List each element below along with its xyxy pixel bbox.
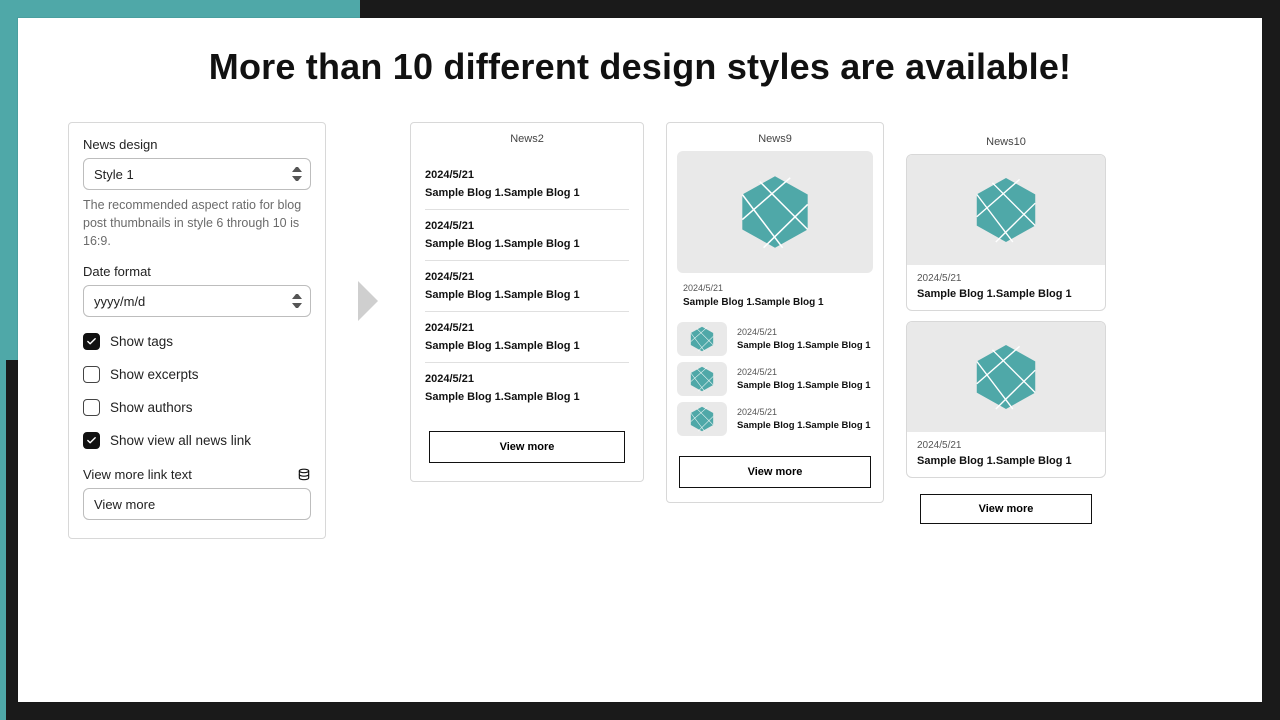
list-item[interactable]: 2024/5/21 Sample Blog 1.Sample Blog 1	[677, 322, 873, 356]
show-authors-checkbox[interactable]: Show authors	[83, 399, 311, 416]
show-tags-checkbox[interactable]: Show tags	[83, 333, 311, 350]
list-item[interactable]: 2024/5/21 Sample Blog 1.Sample Blog 1	[425, 261, 629, 312]
page-title: More than 10 different design styles are…	[68, 46, 1212, 88]
select-updown-icon	[292, 167, 302, 181]
date-format-label: Date format	[83, 264, 311, 279]
preview-news9: News9 2024/5/21 Sample Blog 1.Sample Blo…	[666, 122, 884, 503]
news-design-label: News design	[83, 137, 311, 152]
news-design-select[interactable]: Style 1	[83, 158, 311, 190]
item-title: Sample Blog 1.Sample Blog 1	[917, 455, 1095, 467]
item-date: 2024/5/21	[425, 373, 629, 385]
show-authors-label: Show authors	[110, 400, 193, 415]
checkbox-icon	[83, 366, 100, 383]
item-title: Sample Blog 1.Sample Blog 1	[683, 297, 867, 308]
preview-title: News9	[667, 123, 883, 151]
list-item[interactable]: 2024/5/21 Sample Blog 1.Sample Blog 1	[425, 312, 629, 363]
news-design-value: Style 1	[94, 167, 134, 182]
item-date: 2024/5/21	[425, 271, 629, 283]
preview-title: News10	[906, 122, 1106, 154]
thumbnail	[677, 402, 727, 436]
hexagon-icon	[972, 338, 1040, 416]
preview-news2: News2 2024/5/21 Sample Blog 1.Sample Blo…	[410, 122, 644, 482]
item-title: Sample Blog 1.Sample Blog 1	[737, 380, 871, 391]
feature-meta: 2024/5/21 Sample Blog 1.Sample Blog 1	[677, 281, 873, 316]
item-title: Sample Blog 1.Sample Blog 1	[737, 340, 871, 351]
preview-news10: News10 2024/5/21 Sample Blog 1.Sample Blo…	[906, 122, 1106, 524]
hexagon-icon	[689, 404, 715, 434]
item-date: 2024/5/21	[737, 407, 871, 417]
preview-body: 2024/5/21 Sample Blog 1.Sample Blog 1 20…	[411, 151, 643, 415]
item-date: 2024/5/21	[737, 367, 871, 377]
hexagon-icon	[689, 364, 715, 394]
item-date: 2024/5/21	[683, 283, 867, 293]
list-item[interactable]: 2024/5/21 Sample Blog 1.Sample Blog 1	[425, 363, 629, 413]
date-format-value: yyyy/m/d	[94, 294, 145, 309]
view-more-button[interactable]: View more	[429, 431, 625, 463]
page-backdrop: More than 10 different design styles are…	[0, 0, 1280, 720]
date-format-select[interactable]: yyyy/m/d	[83, 285, 311, 317]
view-more-button[interactable]: View more	[679, 456, 871, 488]
item-date: 2024/5/21	[425, 220, 629, 232]
item-date: 2024/5/21	[425, 169, 629, 181]
show-excerpts-checkbox[interactable]: Show excerpts	[83, 366, 311, 383]
card-item[interactable]: 2024/5/21 Sample Blog 1.Sample Blog 1	[906, 321, 1106, 478]
item-title: Sample Blog 1.Sample Blog 1	[425, 238, 629, 250]
item-title: Sample Blog 1.Sample Blog 1	[425, 391, 629, 403]
checkbox-icon	[83, 399, 100, 416]
decor-teal-strip	[0, 360, 6, 720]
item-date: 2024/5/21	[917, 273, 1095, 284]
hexagon-icon	[689, 324, 715, 354]
layout-row: News design Style 1 The recommended aspe…	[68, 122, 1212, 539]
dynamic-source-icon[interactable]	[297, 468, 311, 482]
thumbnail	[677, 362, 727, 396]
linktext-input[interactable]	[83, 488, 311, 520]
item-title: Sample Blog 1.Sample Blog 1	[425, 340, 629, 352]
show-excerpts-label: Show excerpts	[110, 367, 199, 382]
item-date: 2024/5/21	[425, 322, 629, 334]
list-item[interactable]: 2024/5/21 Sample Blog 1.Sample Blog 1	[425, 210, 629, 261]
item-date: 2024/5/21	[737, 327, 871, 337]
news-design-help: The recommended aspect ratio for blog po…	[83, 196, 311, 250]
item-title: Sample Blog 1.Sample Blog 1	[425, 289, 629, 301]
arrow-icon	[354, 279, 382, 323]
hexagon-icon	[972, 171, 1040, 249]
thumbnail	[907, 155, 1105, 265]
item-date: 2024/5/21	[917, 440, 1095, 451]
show-tags-label: Show tags	[110, 334, 173, 349]
list-item[interactable]: 2024/5/21 Sample Blog 1.Sample Blog 1	[677, 402, 873, 436]
feature-thumbnail[interactable]	[677, 151, 873, 273]
preview-title: News2	[411, 123, 643, 151]
show-viewall-label: Show view all news link	[110, 433, 251, 448]
item-title: Sample Blog 1.Sample Blog 1	[425, 187, 629, 199]
thumbnail	[907, 322, 1105, 432]
checkbox-icon	[83, 432, 100, 449]
settings-panel: News design Style 1 The recommended aspe…	[68, 122, 326, 539]
item-title: Sample Blog 1.Sample Blog 1	[917, 288, 1095, 300]
hexagon-icon	[737, 169, 813, 255]
checkbox-icon	[83, 333, 100, 350]
card-item[interactable]: 2024/5/21 Sample Blog 1.Sample Blog 1	[906, 154, 1106, 311]
linktext-label: View more link text	[83, 467, 192, 482]
list-item[interactable]: 2024/5/21 Sample Blog 1.Sample Blog 1	[677, 362, 873, 396]
view-more-button[interactable]: View more	[920, 494, 1092, 524]
thumbnail	[677, 322, 727, 356]
show-viewall-checkbox[interactable]: Show view all news link	[83, 432, 311, 449]
list-item[interactable]: 2024/5/21 Sample Blog 1.Sample Blog 1	[425, 159, 629, 210]
select-updown-icon	[292, 294, 302, 308]
content-canvas: More than 10 different design styles are…	[18, 18, 1262, 702]
item-title: Sample Blog 1.Sample Blog 1	[737, 420, 871, 431]
